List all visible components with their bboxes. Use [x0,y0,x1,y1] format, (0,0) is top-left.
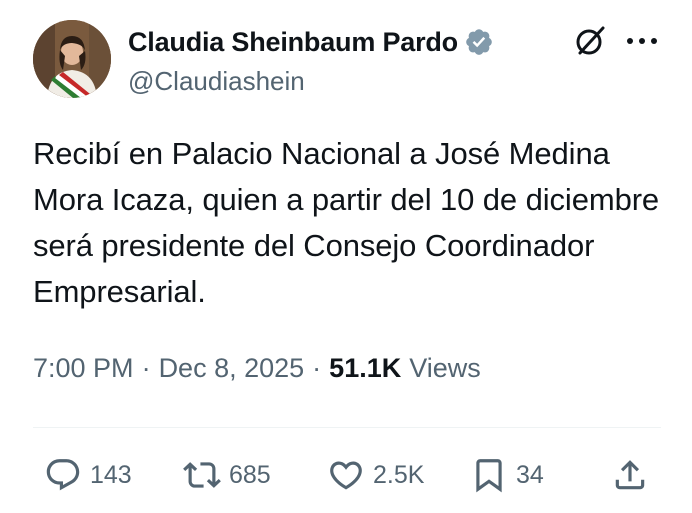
tweet-time[interactable]: 7:00 PM [33,353,134,384]
tweet-date[interactable]: Dec 8, 2025 [159,353,305,384]
more-icon[interactable] [622,26,662,56]
bookmark-count: 34 [516,460,544,489]
divider [33,427,661,428]
tweet-text: Recibí en Palacio Nacional a José Medina… [33,136,660,309]
author-handle[interactable]: @Claudiashein [128,66,305,97]
like-button[interactable]: 2.5K [327,452,424,498]
bookmark-icon [476,459,502,493]
verified-badge-icon[interactable] [464,27,494,57]
bookmark-button[interactable]: 34 [470,452,544,498]
meta-separator: · [312,353,322,383]
author-display-name[interactable]: Claudia Sheinbaum Pardo [128,27,458,58]
grok-icon[interactable] [572,23,608,59]
tweet-meta: 7:00 PM · Dec 8, 2025 · 51.1K Views [33,353,481,384]
reply-icon [46,459,80,491]
author-name-row: Claudia Sheinbaum Pardo [128,24,494,60]
like-count: 2.5K [373,460,425,489]
action-bar: 143 685 2.5K 34 [0,452,692,498]
heart-icon [330,461,362,490]
reply-count: 143 [90,460,132,489]
retweet-button[interactable]: 685 [183,452,271,498]
reply-button[interactable]: 143 [44,452,132,498]
views-label[interactable]: Views [409,353,481,384]
retweet-icon [183,462,221,488]
views-count[interactable]: 51.1K [329,353,401,384]
share-icon [615,460,645,490]
avatar-image [33,20,111,98]
avatar[interactable] [33,20,111,98]
share-button[interactable] [611,452,649,498]
meta-separator: · [141,353,151,383]
retweet-count: 685 [229,460,271,489]
